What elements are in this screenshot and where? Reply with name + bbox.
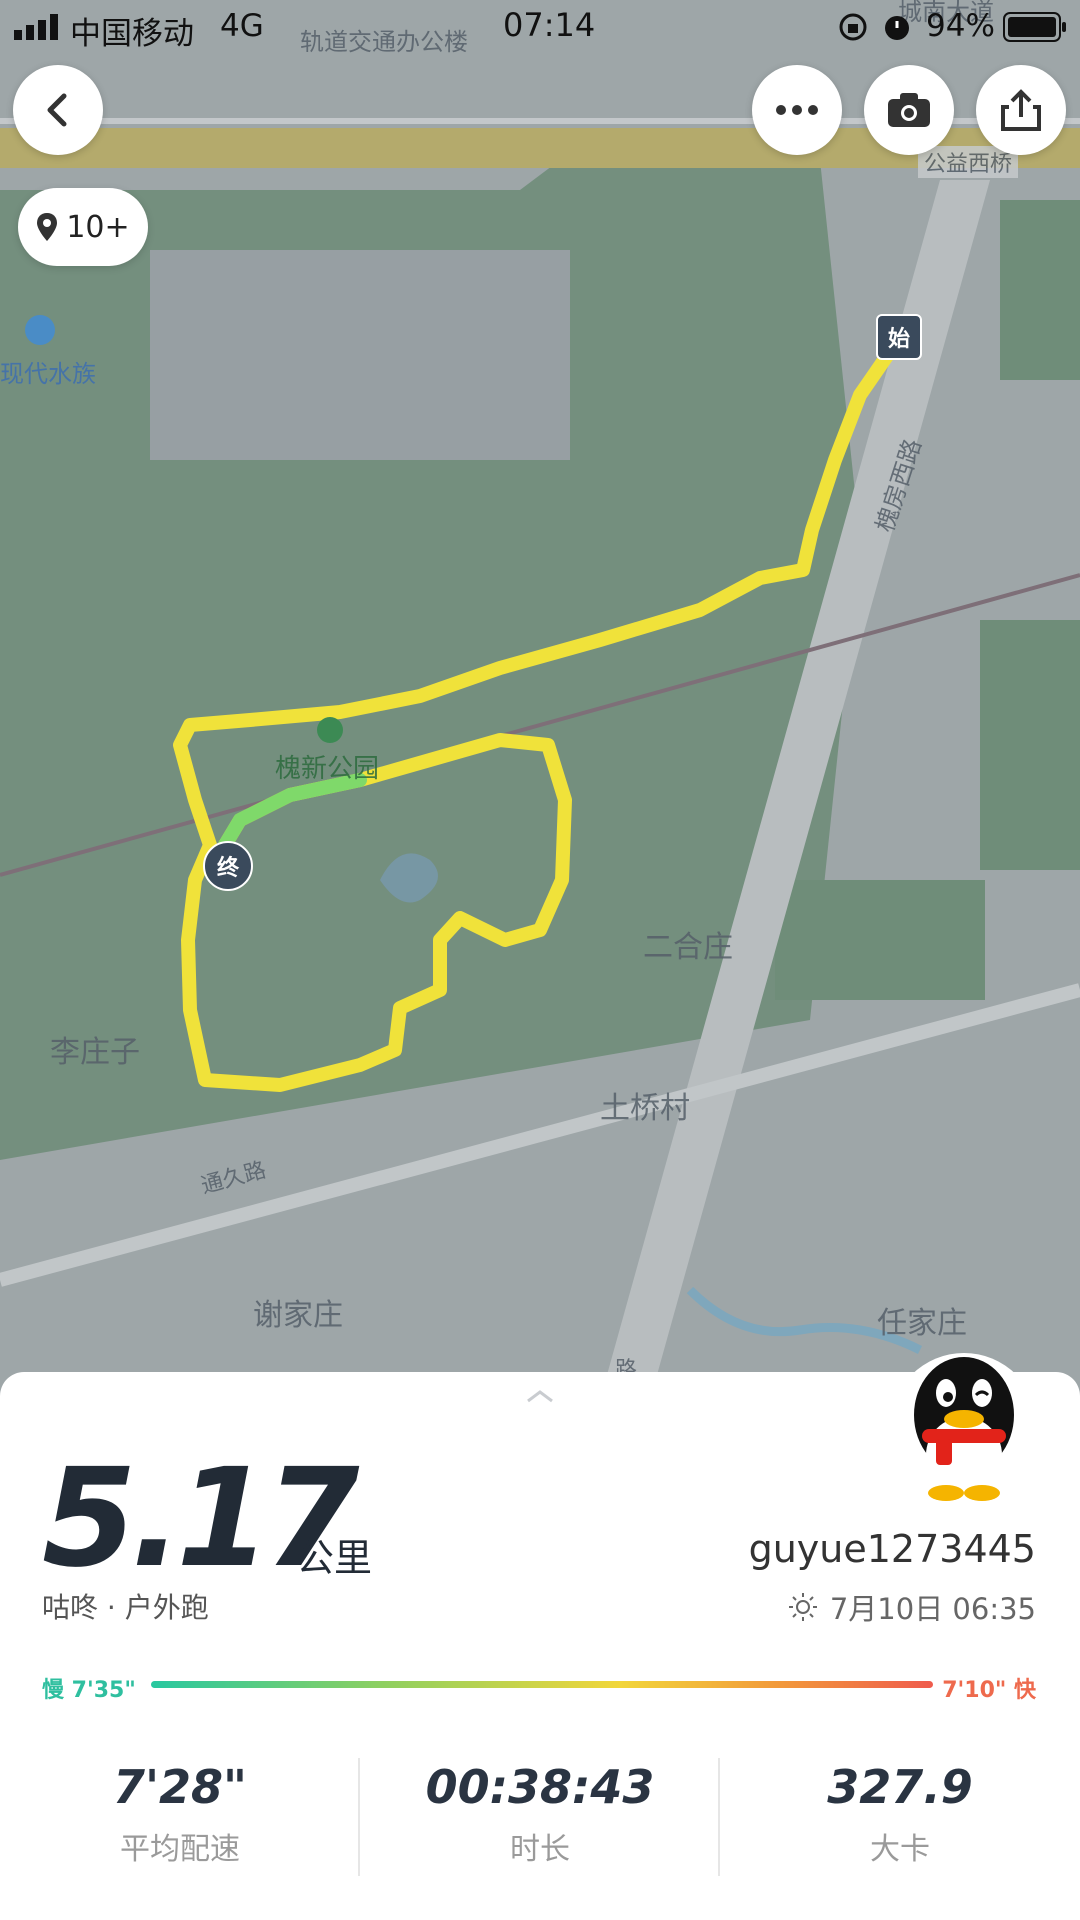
pace-slow-label: 慢 7'35" — [42, 1678, 136, 1703]
more-icon — [776, 105, 818, 115]
park-icon — [317, 717, 343, 743]
share-button[interactable] — [976, 65, 1066, 155]
battery-percent: 94% — [926, 8, 995, 44]
building-block — [150, 250, 570, 460]
route-start-marker: 始 — [876, 314, 922, 360]
more-button[interactable] — [752, 65, 842, 155]
share-icon — [1001, 89, 1041, 131]
back-arrow-icon — [47, 93, 67, 127]
map-label: 土桥村 — [600, 1091, 690, 1126]
map-label: 二合庄 — [643, 930, 733, 965]
distance-unit: 公里 — [296, 1536, 373, 1580]
location-count-button[interactable]: 10+ — [18, 188, 148, 266]
map-label: 任家庄 — [877, 1306, 967, 1341]
aquarium-icon — [25, 315, 55, 345]
sun-icon — [788, 1593, 817, 1621]
activity-source: 咕咚 · 户外跑 — [42, 1591, 209, 1624]
location-count: 10+ — [66, 209, 130, 245]
alarm-icon — [885, 16, 909, 40]
activity-datetime: 7月10日 06:35 — [788, 1586, 1036, 1628]
park-block — [1000, 200, 1080, 380]
map-label: 谢家庄 — [253, 1298, 343, 1333]
clock: 07:14 — [503, 6, 596, 44]
pace-fast-label: 7'10" 快 — [942, 1678, 1036, 1703]
stat-label: 大卡 — [870, 1832, 930, 1867]
status-bar: 中国移动 4G 07:14 94% — [0, 0, 1080, 56]
username: guyue1273445 — [748, 1527, 1036, 1571]
penguin-avatar-icon[interactable] — [890, 1345, 1038, 1505]
end-label: 终 — [216, 856, 239, 881]
rotation-lock-icon — [839, 13, 867, 41]
stat-label: 时长 — [510, 1832, 570, 1867]
signal-icon — [14, 14, 58, 40]
camera-icon — [888, 93, 930, 127]
stat-avg-pace: 7'28" 平均配速 — [0, 1760, 360, 1868]
park-block — [775, 880, 985, 1000]
carrier-name: 中国移动 — [70, 16, 194, 52]
battery-icon — [1003, 12, 1066, 42]
map-label: 李庄子 — [50, 1035, 140, 1070]
map-label: 槐新公园 — [275, 754, 380, 784]
datetime-text: 7月10日 06:35 — [829, 1592, 1036, 1626]
route-map[interactable] — [0, 0, 1080, 1400]
network-type: 4G — [220, 8, 264, 44]
camera-button[interactable] — [864, 65, 954, 155]
back-button[interactable] — [13, 65, 103, 155]
route-end-marker: 终 — [203, 841, 253, 891]
map-label: 现代水族 — [0, 360, 96, 388]
stat-label: 平均配速 — [120, 1832, 240, 1867]
pace-gradient-bar — [151, 1681, 933, 1688]
expand-chevron-icon[interactable] — [525, 1380, 555, 1410]
stat-value: 00:38:43 — [425, 1760, 655, 1814]
stat-value: 327.9 — [827, 1760, 973, 1814]
stat-value: 7'28" — [112, 1760, 248, 1814]
stat-duration: 00:38:43 时长 — [360, 1760, 720, 1868]
stat-calories: 327.9 大卡 — [720, 1760, 1080, 1868]
park-block — [980, 620, 1080, 870]
location-pin-icon — [37, 213, 58, 241]
start-label: 始 — [887, 327, 910, 352]
